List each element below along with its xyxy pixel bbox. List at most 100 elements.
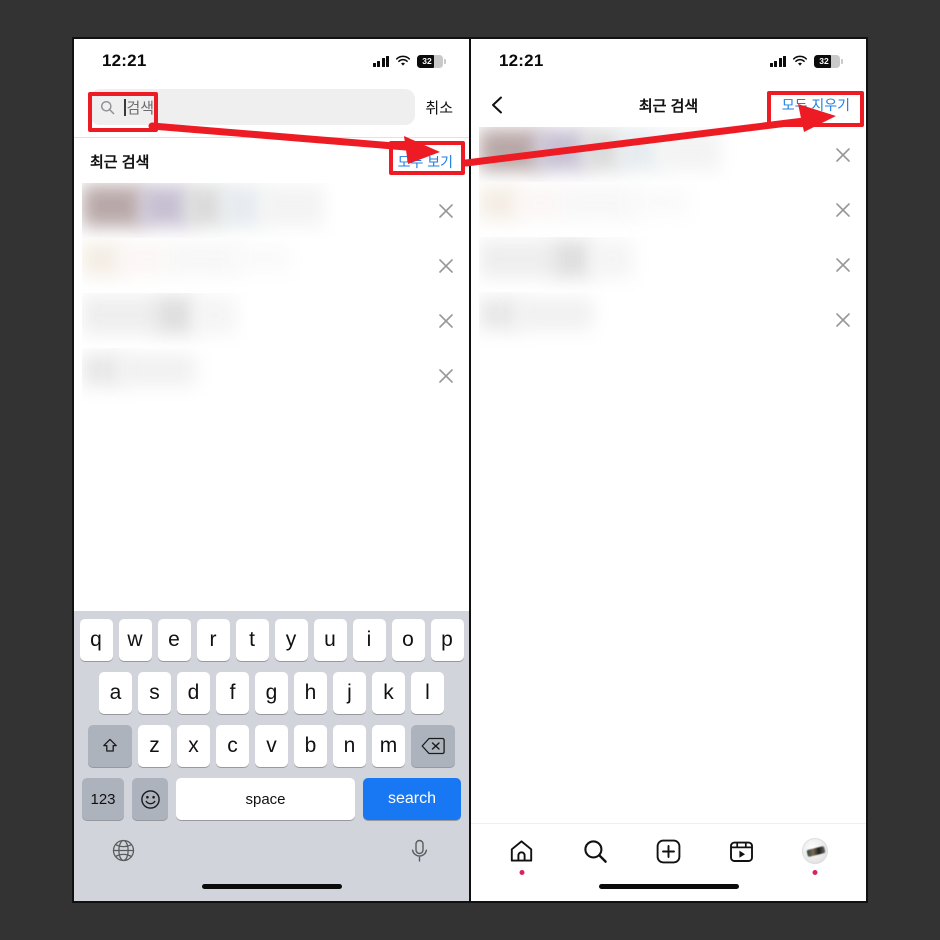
list-item[interactable] [74, 348, 469, 403]
key-p[interactable]: p [430, 619, 464, 661]
list-item[interactable] [471, 237, 866, 292]
right-phone-screen: 12:21 32 최근 검색 모두 지우기 [469, 37, 868, 903]
key-n[interactable]: n [333, 725, 366, 767]
key-a[interactable]: a [99, 672, 132, 714]
key-x[interactable]: x [177, 725, 210, 767]
tab-list [471, 824, 866, 875]
key-z[interactable]: z [138, 725, 171, 767]
key-t[interactable]: t [235, 619, 269, 661]
key-o[interactable]: o [391, 619, 425, 661]
emoji-icon[interactable] [132, 778, 168, 820]
backspace-icon[interactable] [411, 725, 455, 767]
key-d[interactable]: d [177, 672, 210, 714]
list-item[interactable] [471, 292, 866, 347]
globe-icon[interactable] [110, 837, 137, 864]
wifi-icon [792, 55, 808, 67]
shift-icon[interactable] [88, 725, 132, 767]
status-bar-right: 12:21 32 [471, 39, 866, 83]
tab-create[interactable] [649, 834, 687, 868]
key-s[interactable]: s [138, 672, 171, 714]
tab-reels[interactable] [723, 834, 761, 868]
recent-search-list-right [471, 127, 866, 347]
keyboard-bottom-row [74, 831, 469, 864]
close-icon[interactable] [437, 312, 455, 330]
key-v[interactable]: v [255, 725, 288, 767]
battery-percent: 32 [819, 56, 829, 66]
highlight-clear-all [767, 91, 864, 127]
cellular-signal-icon [372, 55, 389, 67]
close-icon[interactable] [437, 257, 455, 275]
status-icons: 32 [769, 54, 843, 68]
chevron-left-icon[interactable] [487, 94, 509, 116]
tab-home[interactable] [503, 834, 541, 875]
onscreen-keyboard[interactable]: q w e r t y u i o p a s d f g h j k l z … [74, 611, 469, 901]
redacted-content [82, 348, 423, 403]
close-icon[interactable] [834, 146, 852, 164]
key-f[interactable]: f [216, 672, 249, 714]
battery-icon: 32 [814, 54, 843, 68]
redacted-content [479, 237, 820, 292]
list-item[interactable] [74, 238, 469, 293]
notification-dot [812, 870, 818, 875]
key-h[interactable]: h [294, 672, 327, 714]
redacted-content [82, 238, 423, 293]
key-j[interactable]: j [333, 672, 366, 714]
list-item[interactable] [74, 183, 469, 238]
keyboard-row-2: a s d f g h j k l [74, 672, 469, 714]
cancel-button[interactable]: 취소 [425, 97, 453, 118]
redacted-content [479, 292, 820, 347]
key-c[interactable]: c [216, 725, 249, 767]
status-icons: 32 [372, 54, 446, 68]
key-r[interactable]: r [196, 619, 230, 661]
key-y[interactable]: y [274, 619, 308, 661]
screenshot-stage: 12:21 32 검색 취소 최근 검색 모두 보기 q w e r t y u… [0, 0, 940, 940]
cellular-signal-icon [769, 55, 786, 67]
status-bar-left: 12:21 32 [74, 39, 469, 83]
close-icon[interactable] [834, 256, 852, 274]
battery-icon: 32 [417, 54, 446, 68]
list-item[interactable] [471, 127, 866, 182]
numbers-key[interactable]: 123 [82, 778, 124, 820]
key-k[interactable]: k [372, 672, 405, 714]
close-icon[interactable] [437, 367, 455, 385]
redacted-content [479, 182, 820, 237]
bottom-tab-bar[interactable] [471, 823, 866, 901]
close-icon[interactable] [834, 201, 852, 219]
keyboard-row-1: q w e r t y u i o p [74, 619, 469, 661]
key-u[interactable]: u [313, 619, 347, 661]
key-e[interactable]: e [157, 619, 191, 661]
redacted-content [82, 293, 423, 348]
microphone-icon[interactable] [406, 837, 433, 864]
status-time: 12:21 [499, 51, 544, 70]
redacted-content [479, 127, 820, 182]
recent-search-list-left [74, 183, 469, 403]
space-key[interactable]: space [176, 778, 355, 820]
key-m[interactable]: m [372, 725, 405, 767]
notification-dot [519, 870, 525, 875]
battery-percent: 32 [422, 56, 432, 66]
key-g[interactable]: g [255, 672, 288, 714]
home-indicator [598, 884, 739, 889]
status-time: 12:21 [102, 51, 147, 70]
wifi-icon [395, 55, 411, 67]
section-title: 최근 검색 [90, 154, 150, 171]
redacted-content [82, 183, 423, 238]
search-key[interactable]: search [363, 778, 461, 820]
tab-profile[interactable] [796, 834, 834, 875]
key-w[interactable]: w [118, 619, 152, 661]
key-b[interactable]: b [294, 725, 327, 767]
list-item[interactable] [471, 182, 866, 237]
close-icon[interactable] [834, 311, 852, 329]
key-i[interactable]: i [352, 619, 386, 661]
key-q[interactable]: q [79, 619, 113, 661]
key-l[interactable]: l [411, 672, 444, 714]
profile-avatar[interactable] [802, 838, 829, 864]
highlight-search-field [88, 92, 158, 132]
keyboard-row-3: z x c v b n m [74, 725, 469, 767]
list-item[interactable] [74, 293, 469, 348]
home-indicator [201, 884, 342, 889]
keyboard-row-4: 123 space search [74, 778, 469, 820]
close-icon[interactable] [437, 202, 455, 220]
highlight-see-all [389, 141, 465, 175]
tab-search[interactable] [576, 834, 614, 868]
